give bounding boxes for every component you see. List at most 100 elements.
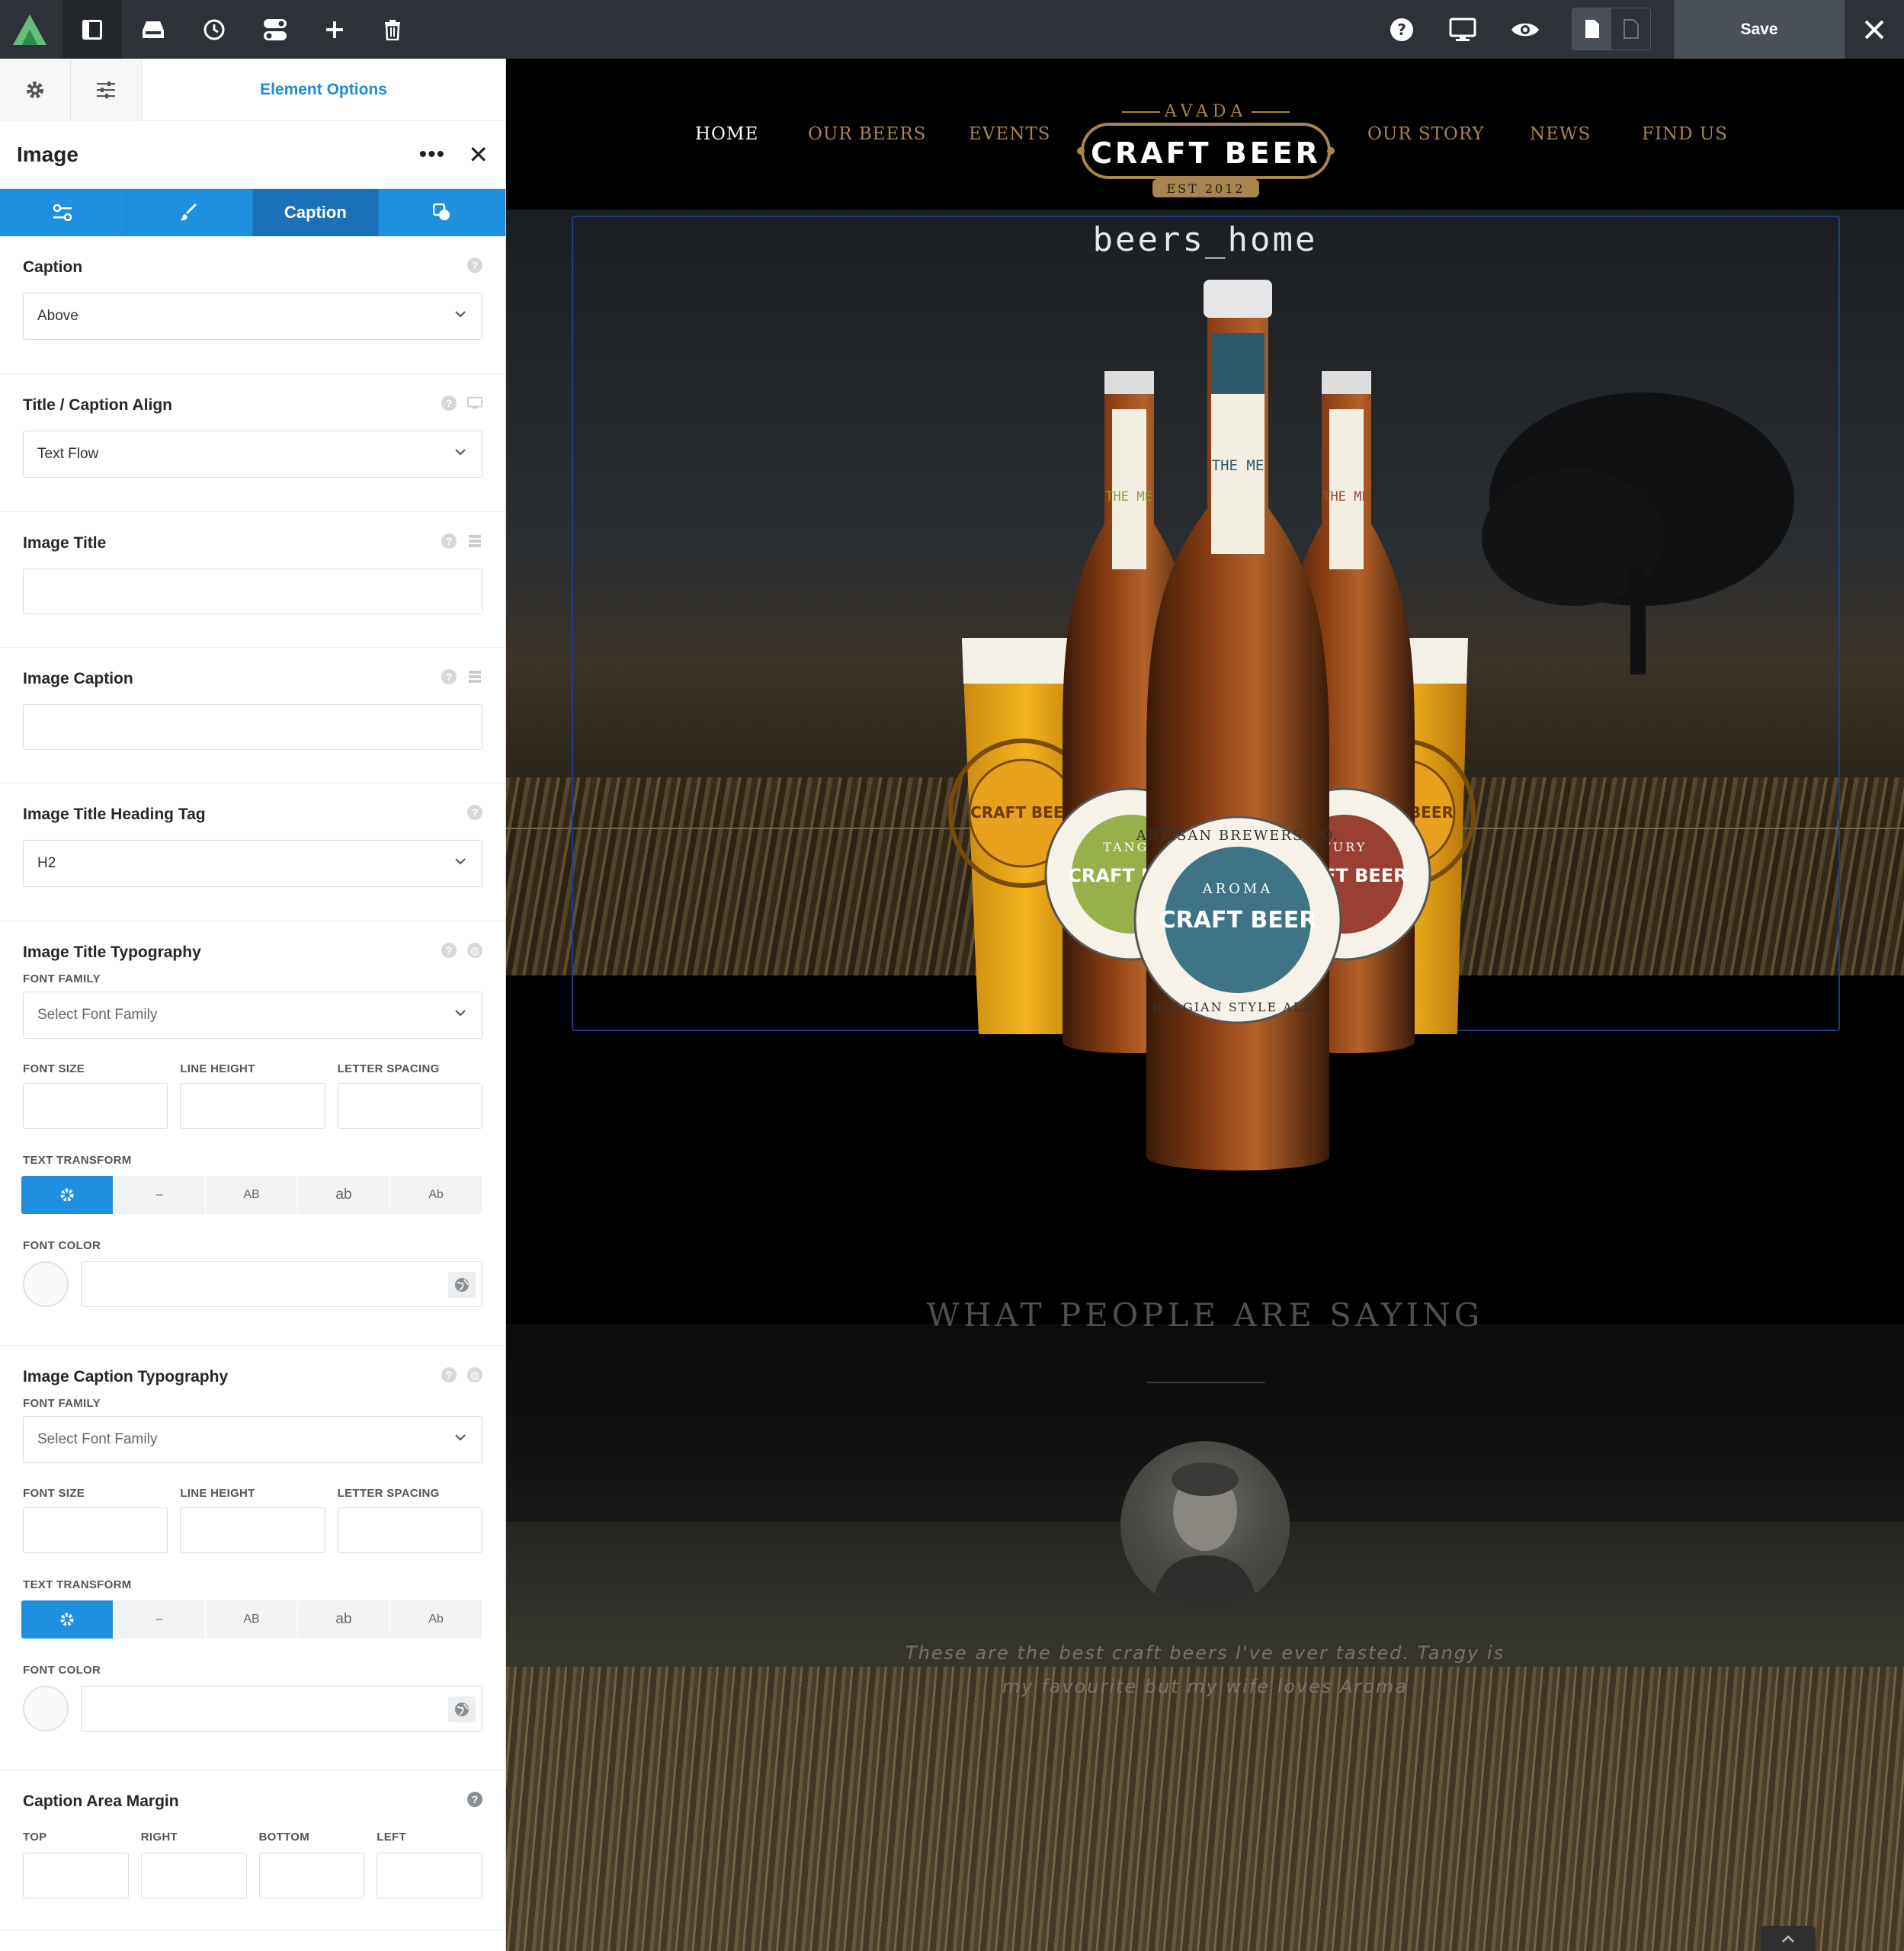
globe-icon[interactable]: ◍: [467, 943, 482, 958]
globe-icon[interactable]: [448, 1272, 476, 1298]
margin-top-input[interactable]: [23, 1853, 129, 1898]
help-icon[interactable]: ?: [1372, 0, 1431, 59]
nav-our-story[interactable]: OUR STORY: [1367, 124, 1485, 144]
nav-events[interactable]: EVENTS: [969, 124, 1050, 144]
letter-spacing-label: LETTER SPACING: [337, 1062, 440, 1075]
option-heading-tag: Image Title Heading Tag ? H2: [0, 783, 505, 921]
option-caption-margin: Caption Area Margin ? TOP RIGHT BOTTOM L…: [0, 1770, 505, 1930]
tab-caption[interactable]: Caption: [252, 189, 380, 236]
title-font-size-input[interactable]: [23, 1083, 168, 1129]
nav-home[interactable]: HOME: [695, 124, 758, 144]
caption-typography-label: Image Caption Typography: [23, 1368, 229, 1386]
close-icon[interactable]: [1845, 0, 1904, 59]
help-icon[interactable]: ?: [441, 1367, 457, 1382]
transform-uppercase-button[interactable]: AB: [206, 1176, 298, 1214]
option-title-caption-align: Title / Caption Align ? Text Flow: [0, 374, 505, 512]
builder-toolbar: ? Save: [0, 0, 1904, 59]
close-icon[interactable]: ✕: [468, 143, 489, 167]
help-icon[interactable]: ?: [467, 805, 482, 820]
help-icon[interactable]: ?: [441, 669, 457, 684]
caption-letter-spacing-input[interactable]: [337, 1507, 482, 1553]
caption-color-swatch[interactable]: [23, 1686, 69, 1732]
caption-font-size-input[interactable]: [23, 1507, 168, 1553]
caption-font-family-select[interactable]: Select Font Family: [23, 1416, 482, 1463]
title-caption-align-label: Title / Caption Align: [23, 396, 172, 414]
library-icon[interactable]: [123, 0, 183, 59]
page-icon[interactable]: [1572, 8, 1611, 50]
font-family-placeholder: Select Font Family: [37, 1007, 158, 1023]
option-sub-tabs: Caption: [0, 189, 505, 236]
transform-capitalize-button[interactable]: Ab: [390, 1176, 482, 1214]
globe-icon[interactable]: [448, 1696, 476, 1722]
transform-none-button[interactable]: –: [114, 1600, 206, 1639]
transform-default-button[interactable]: [21, 1600, 114, 1639]
tab-general[interactable]: [0, 189, 127, 236]
margin-right-input[interactable]: [140, 1853, 247, 1898]
margin-bottom-label: BOTTOM: [258, 1830, 310, 1844]
scroll-to-top-button[interactable]: [1761, 1926, 1816, 1951]
dynamic-data-icon[interactable]: [467, 669, 482, 684]
image-title-input[interactable]: [23, 569, 482, 614]
nav-find-us[interactable]: FIND US: [1642, 124, 1728, 144]
image-caption-input[interactable]: [23, 704, 482, 750]
title-color-swatch[interactable]: [23, 1261, 69, 1307]
dynamic-data-icon[interactable]: [467, 533, 482, 549]
testimonial-quote: These are the best craft beers I've ever…: [905, 1642, 1505, 1697]
title-color-input[interactable]: [81, 1261, 482, 1307]
toggle-icon[interactable]: [245, 0, 305, 59]
page-outline-icon[interactable]: [1611, 8, 1650, 50]
transform-lowercase-button[interactable]: ab: [298, 1600, 390, 1639]
more-options-icon[interactable]: •••: [419, 143, 446, 166]
chevron-down-icon: [455, 449, 466, 456]
trash-icon[interactable]: [363, 0, 422, 59]
eye-icon[interactable]: [1495, 0, 1555, 59]
option-title-typography: Image Title Typography ? ◍ FONT FAMILY S…: [0, 921, 505, 1346]
save-button[interactable]: Save: [1674, 0, 1845, 59]
caption-select[interactable]: Above: [23, 293, 482, 340]
margin-left-input[interactable]: [377, 1853, 482, 1898]
title-caption-align-select[interactable]: Text Flow: [23, 431, 482, 478]
transform-default-button[interactable]: [21, 1176, 114, 1214]
help-icon[interactable]: ?: [467, 258, 482, 273]
text-transform-label: TEXT TRANSFORM: [23, 1153, 132, 1167]
title-letter-spacing-input[interactable]: [337, 1083, 482, 1129]
nav-news[interactable]: NEWS: [1530, 124, 1591, 144]
sidebar-toggle-icon[interactable]: [63, 0, 122, 59]
transform-uppercase-button[interactable]: AB: [206, 1600, 298, 1639]
title-line-height-input[interactable]: [180, 1083, 325, 1129]
add-icon[interactable]: [305, 0, 364, 59]
history-icon[interactable]: [184, 0, 244, 59]
globe-icon[interactable]: ◍: [467, 1367, 482, 1382]
option-image-caption: Image Caption ?: [0, 648, 505, 783]
transform-lowercase-button[interactable]: ab: [298, 1176, 390, 1214]
help-icon[interactable]: ?: [441, 943, 457, 958]
help-icon[interactable]: ?: [441, 533, 457, 549]
element-options-panel: Element Options Image ••• ✕ Caption Capt…: [0, 59, 506, 1951]
font-family-placeholder: Select Font Family: [37, 1431, 158, 1447]
transform-capitalize-button[interactable]: Ab: [390, 1600, 482, 1639]
craft-beer-bottles-image[interactable]: CRAFT BEER CRAFT BEER THE ME TANGY CRAFT…: [796, 280, 1634, 1179]
desktop-preview-icon[interactable]: [1433, 0, 1492, 59]
responsive-icon[interactable]: [467, 396, 482, 411]
help-icon[interactable]: ?: [441, 396, 457, 411]
caption-text-transform: – AB ab Ab: [21, 1600, 482, 1639]
help-icon[interactable]: ?: [467, 1792, 482, 1807]
craft-beer-logo[interactable]: AVADA CRAFT BEER EST 2012: [1076, 89, 1335, 203]
gear-icon[interactable]: [0, 59, 71, 121]
tab-extras[interactable]: [379, 189, 505, 236]
caption-line-height-input[interactable]: [180, 1507, 325, 1553]
heading-tag-select[interactable]: H2: [23, 840, 482, 887]
page-view-toggle[interactable]: [1572, 8, 1651, 50]
caption-color-input[interactable]: [81, 1686, 482, 1732]
margin-right-label: RIGHT: [140, 1830, 178, 1844]
nav-our-beers[interactable]: OUR BEERS: [808, 124, 926, 144]
transform-none-button[interactable]: –: [114, 1176, 206, 1214]
wheat-foreground: [506, 1667, 1904, 1951]
tab-element-options[interactable]: Element Options: [142, 59, 505, 120]
title-font-family-select[interactable]: Select Font Family: [23, 992, 482, 1039]
avada-logo-icon[interactable]: [0, 0, 59, 59]
margin-bottom-input[interactable]: [258, 1853, 365, 1898]
option-image-title: Image Title ?: [0, 512, 505, 648]
sliders-icon[interactable]: [71, 59, 142, 121]
tab-design[interactable]: [127, 189, 253, 236]
